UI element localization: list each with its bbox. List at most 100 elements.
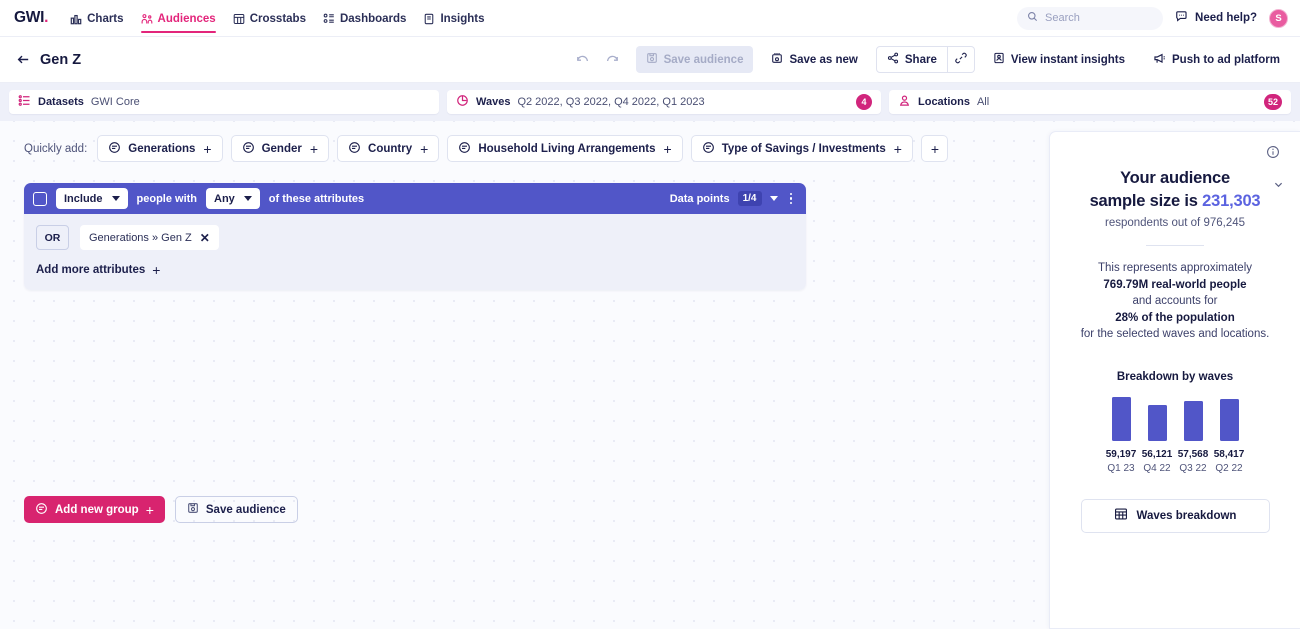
nav-item-dashboards[interactable]: Dashboards xyxy=(323,0,406,36)
attribute-bubble-icon xyxy=(242,141,255,157)
gwi-logo[interactable]: GWI. xyxy=(14,9,48,27)
audience-action-bar: Gen Z Save audience Save as new Share Vi… xyxy=(0,37,1300,83)
group-body: OR Generations » Gen Z ✕ Add more attrib… xyxy=(24,214,806,290)
sample-size-heading: Your audience sample size is 231,303 xyxy=(1070,167,1283,213)
group-header-right: Data points 1/4 xyxy=(670,191,796,207)
bar-value-label: 56,121 xyxy=(1141,448,1173,460)
copy-link-button[interactable] xyxy=(947,46,975,73)
user-avatar[interactable]: S xyxy=(1269,8,1288,28)
logo-dot: . xyxy=(44,9,49,26)
table-grid-icon xyxy=(1114,507,1128,524)
nav-label-crosstabs: Crosstabs xyxy=(249,13,306,25)
include-exclude-dropdown[interactable]: Include xyxy=(56,188,128,209)
audience-group-card: Include people with Any of these attribu… xyxy=(24,183,806,290)
audience-summary-panel: Your audience sample size is 231,303 res… xyxy=(1049,131,1300,629)
attribute-bubble-icon xyxy=(108,141,121,157)
save-audience-canvas-label: Save audience xyxy=(205,503,286,516)
attribute-chip-gen-z[interactable]: Generations » Gen Z ✕ xyxy=(80,225,219,250)
bar-value-label: 57,568 xyxy=(1177,448,1209,460)
plus-icon: + xyxy=(152,262,161,278)
locations-value: All xyxy=(976,96,990,108)
avatar-initial: S xyxy=(1275,12,1282,24)
quick-add-gender[interactable]: Gender + xyxy=(230,135,330,162)
builder-canvas: Quickly add: Generations + Gender + Coun… xyxy=(0,121,1300,629)
desc-line-2: 769.79M real-world people xyxy=(1103,278,1247,291)
bar-value-label: 58,417 xyxy=(1213,448,1245,460)
undo-button[interactable] xyxy=(568,46,598,74)
people-with-text: people with xyxy=(136,192,198,205)
nav-item-insights[interactable]: Insights xyxy=(423,0,485,36)
nav-item-crosstabs[interactable]: Crosstabs xyxy=(233,0,306,36)
plus-icon: + xyxy=(145,501,154,518)
quick-add-generations[interactable]: Generations + xyxy=(97,135,223,162)
bar-chart-icon xyxy=(70,13,82,25)
data-points-chevron-down-icon[interactable] xyxy=(769,196,778,201)
nav-label-audiences: Audiences xyxy=(157,13,216,25)
attribute-bubble-icon xyxy=(35,502,48,518)
share-icon xyxy=(887,52,899,67)
insights-report-icon xyxy=(993,52,1005,67)
audience-description: This represents approximately 769.79M re… xyxy=(1081,260,1270,343)
bar-column xyxy=(1139,395,1175,441)
nav-label-insights: Insights xyxy=(440,13,485,25)
quick-add-generations-label: Generations xyxy=(128,142,196,155)
panel-title-line2-prefix: sample size is xyxy=(1089,192,1203,210)
group-select-checkbox[interactable] xyxy=(33,191,47,206)
need-help-button[interactable]: Need help? xyxy=(1175,10,1257,27)
audience-builder-page: GWI. Charts Audiences Crosstabs Dashboar… xyxy=(0,0,1300,629)
attribute-bubble-icon xyxy=(458,141,471,157)
quick-add-type-of-savings-investments[interactable]: Type of Savings / Investments + xyxy=(690,135,913,162)
redo-button[interactable] xyxy=(598,46,628,74)
plus-icon: + xyxy=(893,140,902,157)
group-more-options-icon[interactable] xyxy=(786,191,797,207)
any-label: Any xyxy=(214,192,235,205)
view-instant-insights-button[interactable]: View instant insights xyxy=(983,46,1135,73)
save-as-new-button[interactable]: Save as new xyxy=(761,46,867,73)
global-search[interactable] xyxy=(1017,6,1164,30)
dataset-selection-bar: Datasets GWI Core Waves Q2 2022, Q3 2022… xyxy=(0,83,1300,121)
quick-add-country[interactable]: Country + xyxy=(337,135,440,162)
waves-bar-chart xyxy=(1103,395,1247,441)
push-to-ad-platform-button[interactable]: Push to ad platform xyxy=(1143,46,1290,73)
add-new-group-button[interactable]: Add new group + xyxy=(24,496,165,523)
waves-count-badge: 4 xyxy=(856,94,872,110)
nav-item-audiences[interactable]: Audiences xyxy=(140,0,216,36)
quick-add-gender-label: Gender xyxy=(261,142,302,155)
bar xyxy=(1183,400,1203,441)
desc-line-3: and accounts for xyxy=(1132,295,1218,307)
undo-icon xyxy=(577,55,589,62)
save-audience-button-top[interactable]: Save audience xyxy=(635,46,754,73)
datasets-value: GWI Core xyxy=(90,96,140,108)
add-more-attributes-button[interactable]: Add more attributes + xyxy=(36,263,794,277)
bar-label: 57,568 Q3 22 xyxy=(1175,449,1211,474)
save-as-new-icon xyxy=(771,52,783,67)
waves-breakdown-button[interactable]: Waves breakdown xyxy=(1080,498,1270,533)
save-audience-button-canvas[interactable]: Save audience xyxy=(174,496,298,523)
any-all-dropdown[interactable]: Any xyxy=(206,188,260,209)
save-audience-label: Save audience xyxy=(663,53,744,66)
search-icon xyxy=(1027,9,1038,27)
datasets-selector[interactable]: Datasets GWI Core xyxy=(9,90,439,114)
close-icon[interactable]: ✕ xyxy=(200,232,210,244)
chevron-down-icon xyxy=(243,196,252,201)
bar-column xyxy=(1211,395,1247,441)
operator-or-button[interactable]: OR xyxy=(36,225,69,250)
add-new-group-label: Add new group xyxy=(55,503,139,516)
include-label: Include xyxy=(64,192,103,205)
back-button[interactable] xyxy=(12,49,34,71)
chevron-down-icon[interactable] xyxy=(1273,177,1284,195)
quick-add-household-living-arrangements[interactable]: Household Living Arrangements + xyxy=(447,135,683,162)
plus-icon: + xyxy=(420,140,429,157)
search-input[interactable] xyxy=(1045,12,1154,24)
quick-add-more-button[interactable]: + xyxy=(920,135,948,162)
need-help-label: Need help? xyxy=(1195,12,1257,24)
locations-selector[interactable]: Locations All 52 xyxy=(889,90,1291,114)
share-button[interactable]: Share xyxy=(875,46,948,73)
waves-selector[interactable]: Waves Q2 2022, Q3 2022, Q4 2022, Q1 2023… xyxy=(447,90,881,114)
desc-line-5: for the selected waves and locations. xyxy=(1080,328,1270,340)
locations-count-badge: 52 xyxy=(1263,94,1282,110)
bar xyxy=(1147,404,1167,441)
group-actions: Add new group + Save audience xyxy=(24,496,298,523)
nav-item-charts[interactable]: Charts xyxy=(70,0,124,36)
waves-icon xyxy=(456,94,469,110)
